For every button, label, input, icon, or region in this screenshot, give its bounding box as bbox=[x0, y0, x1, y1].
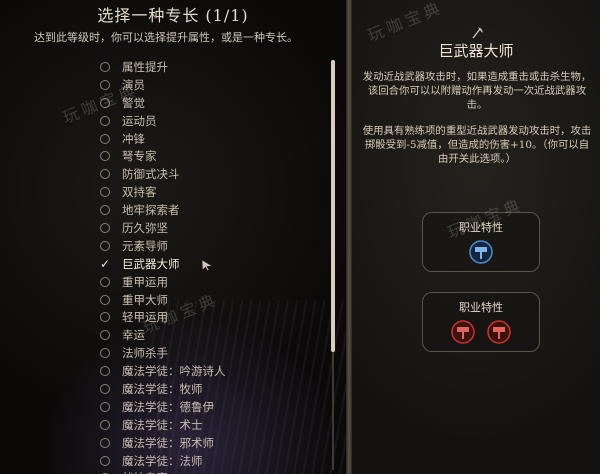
feat-option-label: 幸运 bbox=[122, 328, 145, 343]
class-trait-box: 职业特性 bbox=[422, 292, 540, 352]
feat-option-label: 轻甲运用 bbox=[122, 310, 168, 325]
feat-detail-panel: 巨武器大师 发动近战武器攻击时，如果造成重击或击杀生物，该回合你可以以附赠动作再… bbox=[352, 0, 600, 474]
mouse-cursor-icon bbox=[201, 259, 213, 272]
feat-option[interactable]: 属性提升 bbox=[100, 58, 226, 76]
radio-button[interactable] bbox=[100, 312, 110, 323]
feat-option[interactable]: 轻甲运用 bbox=[100, 308, 226, 326]
feat-option-label: 战技专家 bbox=[122, 470, 168, 474]
class-trait-icons bbox=[423, 239, 539, 269]
feat-option-label: 重甲运用 bbox=[122, 274, 168, 289]
feat-option-label: 冲锋 bbox=[122, 131, 145, 146]
feat-option-label: 重甲大师 bbox=[122, 292, 168, 307]
checkmark-icon[interactable]: ✓ bbox=[100, 258, 110, 270]
class-trait-label: 职业特性 bbox=[459, 301, 503, 314]
panel-subtitle: 达到此等级时，你可以选择提升属性，或是一种专长。 bbox=[34, 31, 298, 44]
feat-option-label: 魔法学徒：牧师 bbox=[122, 381, 203, 396]
radio-button[interactable] bbox=[100, 151, 110, 162]
feat-option[interactable]: 双持客 bbox=[100, 183, 226, 201]
radio-button[interactable] bbox=[100, 97, 110, 108]
radio-button[interactable] bbox=[100, 401, 110, 412]
radio-button[interactable] bbox=[100, 79, 110, 90]
feat-detail-description: 发动近战武器攻击时，如果造成重击或击杀生物，该回合你可以以附赠动作再发动一次近战… bbox=[362, 70, 592, 178]
radio-button[interactable] bbox=[100, 169, 110, 180]
feat-option-label: 防御式决斗 bbox=[122, 167, 180, 182]
hammer-blue-icon[interactable] bbox=[468, 239, 494, 265]
feat-option[interactable]: 演员 bbox=[100, 76, 226, 94]
feat-option-label: 巨武器大师 bbox=[122, 256, 180, 271]
class-trait-label: 职业特性 bbox=[459, 221, 503, 234]
hammer-red-icon[interactable] bbox=[450, 319, 476, 345]
feat-option-label: 属性提升 bbox=[122, 59, 168, 74]
feat-option-label: 魔法学徒：邪术师 bbox=[122, 435, 214, 450]
radio-button[interactable] bbox=[100, 187, 110, 198]
great-axe-icon bbox=[472, 27, 483, 39]
feat-option[interactable]: 警觉 bbox=[100, 94, 226, 112]
feat-option[interactable]: 冲锋 bbox=[100, 130, 226, 148]
radio-button[interactable] bbox=[100, 419, 110, 430]
hammer-red-icon[interactable] bbox=[486, 319, 512, 345]
feat-option[interactable]: 地牢探索者 bbox=[100, 201, 226, 219]
feat-option-label: 双持客 bbox=[122, 185, 157, 200]
radio-button[interactable] bbox=[100, 383, 110, 394]
radio-button[interactable] bbox=[100, 61, 110, 72]
feat-option-label: 法师杀手 bbox=[122, 346, 168, 361]
feat-option-label: 历久弥坚 bbox=[122, 220, 168, 235]
feat-option[interactable]: 魔法学徒：法师 bbox=[100, 452, 226, 470]
feat-option[interactable]: 弩专家 bbox=[100, 147, 226, 165]
scrollbar-thumb[interactable] bbox=[331, 60, 335, 352]
radio-button[interactable] bbox=[100, 133, 110, 144]
feat-option[interactable]: 元素导师 bbox=[100, 237, 226, 255]
feat-option[interactable]: 运动员 bbox=[100, 112, 226, 130]
feat-option-label: 警觉 bbox=[122, 95, 145, 110]
class-trait-box: 职业特性 bbox=[422, 212, 540, 272]
radio-button[interactable] bbox=[100, 455, 110, 466]
feat-selection-panel: 选择一种专长 (1/1) 达到此等级时，你可以选择提升属性，或是一种专长。 属性… bbox=[0, 0, 346, 474]
feat-option[interactable]: 法师杀手 bbox=[100, 344, 226, 362]
radio-button[interactable] bbox=[100, 437, 110, 448]
feat-option-label: 魔法学徒：法师 bbox=[122, 453, 203, 468]
feat-option-label: 魔法学徒：术士 bbox=[122, 417, 203, 432]
radio-button[interactable] bbox=[100, 115, 110, 126]
feat-option[interactable]: 战技专家 bbox=[100, 469, 226, 474]
feat-list-scrollbar[interactable] bbox=[331, 60, 335, 470]
feat-detail-paragraph: 发动近战武器攻击时，如果造成重击或击杀生物，该回合你可以以附赠动作再发动一次近战… bbox=[362, 71, 592, 111]
feat-option[interactable]: 幸运 bbox=[100, 326, 226, 344]
feat-option-label: 运动员 bbox=[122, 113, 157, 128]
feat-option[interactable]: 魔法学徒：德鲁伊 bbox=[100, 398, 226, 416]
radio-button[interactable] bbox=[100, 205, 110, 216]
feat-option[interactable]: 魔法学徒：邪术师 bbox=[100, 434, 226, 452]
radio-button[interactable] bbox=[100, 348, 110, 359]
radio-button[interactable] bbox=[100, 222, 110, 233]
radio-button[interactable] bbox=[100, 276, 110, 287]
panel-title: 选择一种专长 (1/1) bbox=[97, 6, 249, 25]
feat-option-label: 地牢探索者 bbox=[122, 203, 180, 218]
radio-button[interactable] bbox=[100, 330, 110, 341]
feat-option-label: 元素导师 bbox=[122, 238, 168, 253]
feat-detail-title: 巨武器大师 bbox=[438, 42, 514, 60]
feat-option-label: 弩专家 bbox=[122, 149, 157, 164]
feat-detail-paragraph: 使用具有熟练项的重型近战武器发动攻击时，攻击掷骰受到-5减值，但造成的伤害+10… bbox=[362, 125, 592, 165]
feat-option[interactable]: 魔法学徒：牧师 bbox=[100, 380, 226, 398]
radio-button[interactable] bbox=[100, 366, 110, 377]
feat-option[interactable]: 重甲大师 bbox=[100, 291, 226, 309]
radio-button[interactable] bbox=[100, 240, 110, 251]
feat-option[interactable]: 防御式决斗 bbox=[100, 165, 226, 183]
feat-option-label: 魔法学徒：德鲁伊 bbox=[122, 399, 214, 414]
feat-option[interactable]: 魔法学徒：术士 bbox=[100, 416, 226, 434]
feat-option-label: 演员 bbox=[122, 77, 145, 92]
feat-option-label: 魔法学徒：吟游诗人 bbox=[122, 364, 226, 379]
radio-button[interactable] bbox=[100, 294, 110, 305]
feat-option[interactable]: 历久弥坚 bbox=[100, 219, 226, 237]
feat-option[interactable]: 重甲运用 bbox=[100, 273, 226, 291]
feat-option[interactable]: 魔法学徒：吟游诗人 bbox=[100, 362, 226, 380]
class-trait-icons bbox=[423, 319, 539, 349]
